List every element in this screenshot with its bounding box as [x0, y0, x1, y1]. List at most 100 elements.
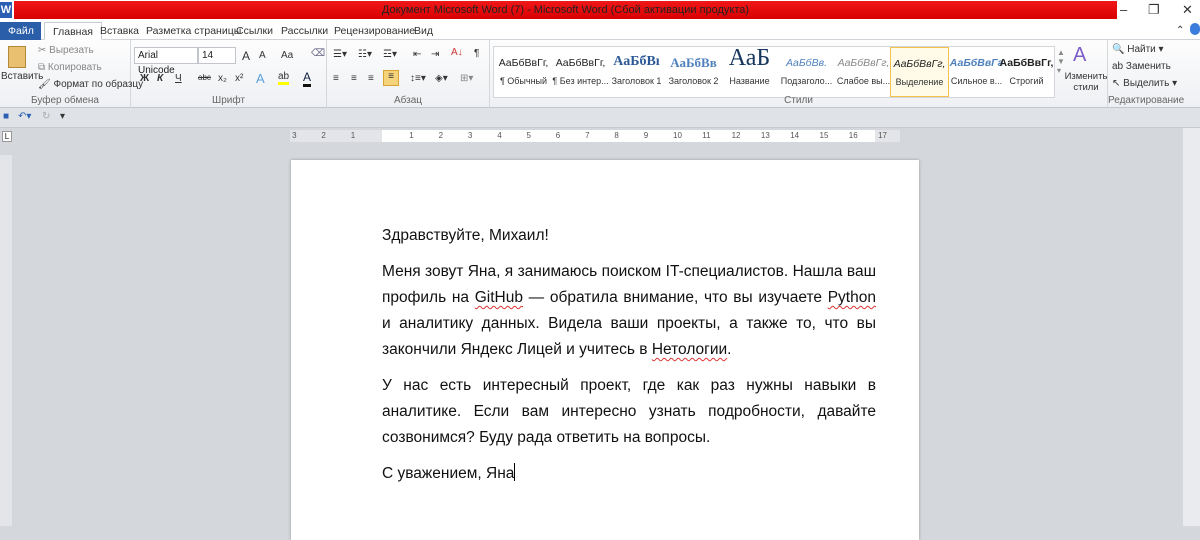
collapse-ribbon-icon[interactable]: ⌃: [1176, 25, 1184, 36]
text: и аналитику данных. Видела ваши проекты,…: [382, 315, 876, 358]
bullets-icon[interactable]: ☰▾: [333, 49, 347, 60]
cut-button[interactable]: ✂ Вырезать: [38, 45, 94, 56]
ruler-number: 7: [585, 131, 590, 140]
tab-file[interactable]: Файл: [0, 22, 41, 40]
style-name: ¶ Без интер...: [552, 76, 609, 86]
font-color-icon[interactable]: A: [303, 70, 312, 87]
style-name: Подзаголо...: [780, 76, 833, 86]
text-effects-icon[interactable]: A: [256, 71, 265, 86]
ruler-number: 13: [760, 131, 770, 140]
show-marks-icon[interactable]: ¶: [474, 48, 479, 59]
style-no-spacing[interactable]: АаБбВвГг, ¶ Без интер...: [551, 47, 610, 97]
style-name: Заголовок 1: [611, 76, 662, 86]
word-app-icon[interactable]: W: [0, 2, 12, 18]
shrink-font-button[interactable]: A: [259, 50, 266, 61]
align-center-icon[interactable]: ≡: [351, 73, 357, 84]
style-preview: АаБбВвГг,: [893, 58, 946, 70]
font-name-select[interactable]: Arial Unicode: [134, 47, 198, 76]
minimize-button[interactable]: –: [1120, 2, 1127, 17]
ruler-number: 17: [878, 131, 887, 140]
replace-label: Заменить: [1125, 61, 1171, 72]
save-icon[interactable]: ■: [3, 111, 9, 122]
style-title[interactable]: АаБ Название: [720, 45, 779, 97]
document-body[interactable]: Здравствуйте, Михаил! Меня зовут Яна, я …: [382, 223, 876, 497]
tab-view[interactable]: Вид: [406, 22, 441, 40]
justify-button[interactable]: ≡: [383, 70, 399, 86]
ruler-number: 16: [848, 131, 858, 140]
replace-button[interactable]: ab Заменить: [1112, 61, 1171, 72]
line-spacing-icon[interactable]: ↕≡▾: [410, 73, 426, 84]
numbering-icon[interactable]: ☷▾: [358, 49, 372, 60]
underline-button[interactable]: Ч: [175, 73, 182, 84]
ruler-number: 1: [350, 131, 356, 140]
ribbon: Вставить ✂ Вырезать ⧉ Копировать 🖌 Форма…: [0, 40, 1200, 108]
style-emphasis[interactable]: АаБбВвГг, Выделение: [890, 47, 949, 97]
bold-button[interactable]: Ж: [140, 73, 149, 84]
greeting: Здравствуйте, Михаил!: [382, 227, 549, 244]
style-preview: АаБ: [728, 45, 771, 71]
ruler-number: 1: [409, 131, 414, 140]
style-subtitle[interactable]: АаБбВв. Подзаголо...: [777, 47, 836, 97]
superscript-button[interactable]: x²: [235, 73, 243, 84]
style-normal[interactable]: АаБбВвГг, ¶ Обычный: [494, 47, 553, 97]
grow-font-button[interactable]: A: [242, 49, 250, 63]
align-right-icon[interactable]: ≡: [368, 73, 374, 84]
style-name: Слабое вы...: [836, 76, 891, 86]
title-bar: W Документ Microsoft Word (7) - Microsof…: [0, 0, 1200, 20]
vertical-scrollbar[interactable]: [1183, 128, 1200, 526]
document-page[interactable]: Здравствуйте, Михаил! Меня зовут Яна, я …: [291, 160, 919, 540]
find-button[interactable]: 🔍 Найти ▾: [1112, 44, 1164, 55]
ruler-number: 6: [555, 131, 561, 140]
ruler-number: 2: [321, 131, 326, 140]
style-heading-2[interactable]: АаБбВв Заголовок 2: [664, 47, 723, 97]
decrease-indent-icon[interactable]: ⇤: [413, 49, 421, 60]
paragraph-group: ☰▾ ☷▾ ☲▾ ⇤ ⇥ A↓ ¶ ≡ ≡ ≡ ≡ ↕≡▾ ◈▾ ⊞▾ Абза…: [327, 40, 490, 108]
ruler-number: 15: [819, 131, 829, 140]
customize-qat-icon[interactable]: ▾: [60, 111, 65, 122]
subscript-button[interactable]: x₂: [218, 73, 227, 84]
style-name: Выделение: [895, 77, 944, 87]
undo-icon[interactable]: ↶▾: [18, 111, 31, 122]
align-left-icon[interactable]: ≡: [333, 73, 339, 84]
format-painter-button[interactable]: 🖌 Формат по образцу: [38, 79, 143, 90]
redo-icon[interactable]: ↻: [42, 111, 50, 122]
tab-selector[interactable]: L: [2, 131, 12, 142]
select-button[interactable]: ↖ Выделить ▾: [1112, 78, 1177, 89]
style-name: Название: [729, 76, 770, 86]
style-strong[interactable]: АаБбВвГг, Строгий: [997, 47, 1056, 97]
strikethrough-button[interactable]: abc: [198, 73, 211, 82]
restore-button[interactable]: ❐: [1148, 2, 1160, 18]
borders-icon[interactable]: ⊞▾: [460, 73, 473, 84]
close-button[interactable]: ✕: [1182, 2, 1193, 18]
style-heading-1[interactable]: АаБбВı Заголовок 1: [607, 47, 666, 97]
paragraph-2: У нас есть интересный проект, где как ра…: [382, 377, 876, 446]
font-group: Arial Unicode 14 A A Aa ⌫ Ж К Ч abc x₂ x…: [131, 40, 327, 108]
style-preview: АаБбВв.: [786, 57, 827, 69]
find-label: Найти: [1127, 44, 1156, 55]
ruler-number: 5: [526, 131, 531, 140]
styles-gallery: АаБбВвГг, ¶ Обычный АаБбВвГг, ¶ Без интер.…: [493, 45, 1056, 98]
style-preview: АаБбВвГг,: [999, 57, 1054, 69]
italic-button[interactable]: К: [157, 73, 163, 84]
copy-button[interactable]: ⧉ Копировать: [38, 62, 102, 73]
horizontal-ruler[interactable]: 3 2 1 1 2 3 4 5 6 7 8 9 10 11 12 13 14 15 16 17: [290, 130, 900, 142]
ruler-number: 12: [731, 131, 741, 140]
clear-format-icon[interactable]: ⌫: [311, 48, 325, 59]
change-case-button[interactable]: Aa: [281, 50, 293, 61]
paragraph-1: Меня зовут Яна, я занимаюсь поиском IT-с…: [382, 259, 876, 363]
font-size-select[interactable]: 14: [198, 47, 236, 64]
vertical-ruler[interactable]: [0, 155, 12, 526]
ruler-number: 14: [790, 131, 800, 140]
help-icon[interactable]: [1190, 23, 1200, 35]
style-subtle-emphasis[interactable]: АаБбВвГг, Слабое вы...: [834, 47, 893, 97]
increase-indent-icon[interactable]: ⇥: [431, 49, 439, 60]
text: — обратила внимание, что вы изучаете: [522, 289, 828, 306]
change-styles-button[interactable]: Изменить стили: [1064, 71, 1108, 93]
font-group-label: Шрифт: [212, 95, 245, 106]
misspelled-word: Python: [827, 289, 876, 306]
multilevel-list-icon[interactable]: ☲▾: [383, 49, 397, 60]
sort-icon[interactable]: A↓: [451, 47, 463, 58]
styles-group: АаБбВвГг, ¶ Обычный АаБбВвГг, ¶ Без интер.…: [490, 40, 1108, 108]
shading-icon[interactable]: ◈▾: [435, 73, 448, 84]
highlight-icon[interactable]: ab: [278, 71, 290, 85]
